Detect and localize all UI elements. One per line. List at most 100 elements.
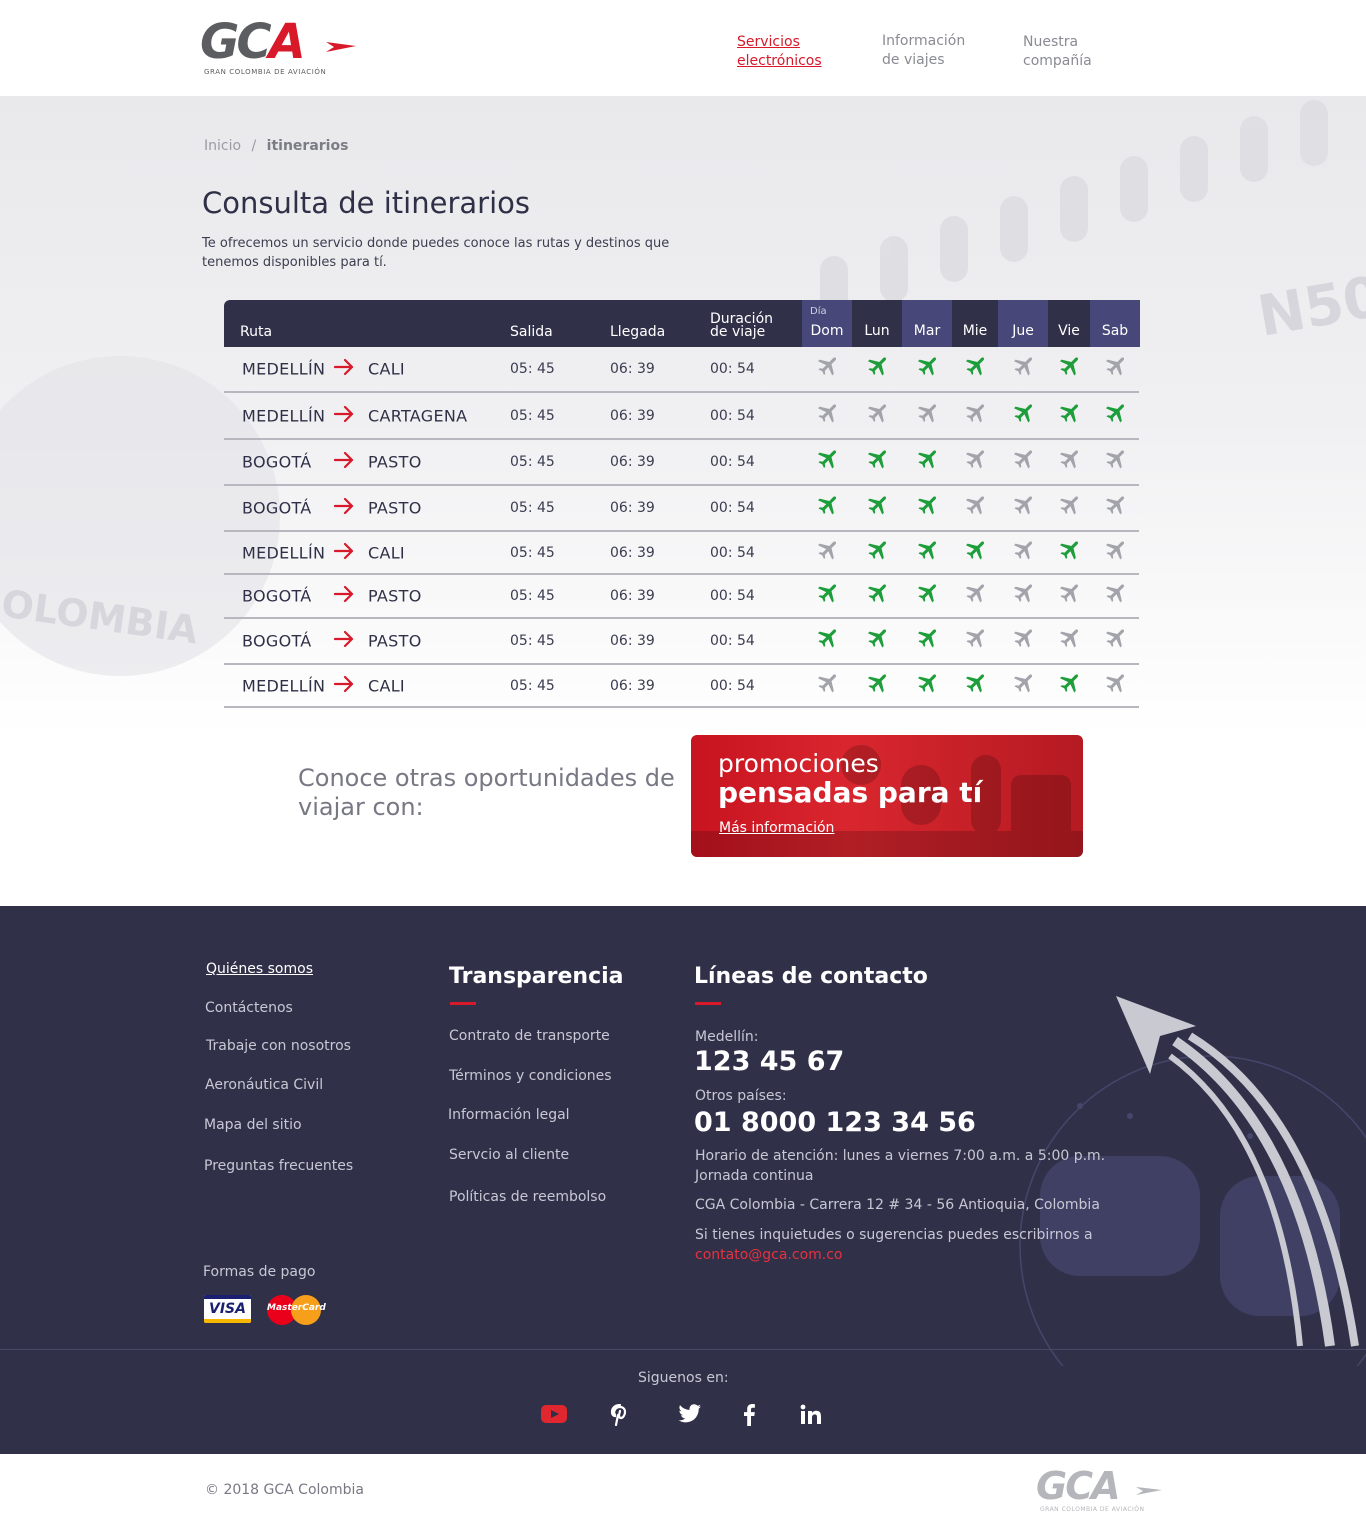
other-countries-phone[interactable]: 01 8000 123 34 56	[694, 1107, 976, 1138]
footer-link-mapa[interactable]: Mapa del sitio	[204, 1117, 302, 1133]
trip-duration: 00: 54	[710, 544, 755, 561]
title-accent-bar	[450, 1002, 476, 1005]
departure-time: 05: 45	[510, 454, 555, 470]
header-day-text: Jue	[1012, 323, 1034, 339]
plane-unavailable-icon	[950, 450, 1000, 474]
route-destination: PASTO	[368, 631, 422, 651]
site-footer: Quiénes somos Contáctenos Trabaje con no…	[0, 906, 1366, 1454]
route-origin: MEDELLÍN	[242, 676, 326, 695]
footer-link-legal[interactable]: Información legal	[448, 1107, 570, 1123]
plane-unavailable-icon	[902, 404, 952, 428]
plane-unavailable-icon	[1044, 450, 1094, 474]
footer-link-preguntas[interactable]: Preguntas frecuentes	[204, 1158, 353, 1174]
route-destination: CALI	[368, 543, 405, 562]
plane-available-icon	[802, 629, 852, 653]
plane-unavailable-icon	[1090, 674, 1140, 698]
route-arrow-icon	[333, 585, 354, 607]
table-header: Ruta Salida Llegada Duración de viaje Dí…	[224, 300, 1140, 347]
contact-email-link[interactable]: contato@gca.com.co	[695, 1247, 843, 1263]
departure-time: 05: 45	[510, 500, 555, 516]
plane-available-icon	[852, 629, 902, 653]
departure-time: 05: 45	[510, 361, 555, 377]
visa-label: VISA	[209, 1301, 246, 1317]
arrival-time: 06: 39	[610, 633, 655, 649]
breadcrumb-current: itinerarios	[266, 138, 349, 154]
plane-unavailable-icon	[852, 404, 902, 428]
footer-link-contactenos[interactable]: Contáctenos	[205, 1000, 293, 1016]
table-row[interactable]: MEDELLÍN CALI 05: 45 06: 39 00: 54	[224, 347, 1139, 393]
footer-link-contrato[interactable]: Contrato de transporte	[449, 1028, 610, 1044]
table-row[interactable]: MEDELLÍN CARTAGENA 05: 45 06: 39 00: 54	[224, 393, 1139, 440]
route-destination: PASTO	[368, 586, 422, 606]
promo-more-info-link[interactable]: Más información	[719, 820, 834, 836]
route-arrow-icon	[333, 497, 354, 519]
plane-unavailable-icon	[1044, 496, 1094, 520]
plane-available-icon	[852, 496, 902, 520]
pinterest-icon[interactable]	[610, 1403, 630, 1430]
footer-link-trabaje[interactable]: Trabaje con nosotros	[206, 1038, 351, 1054]
breadcrumb-separator: /	[251, 138, 257, 154]
footer-link-cliente[interactable]: Servcio al cliente	[449, 1147, 569, 1163]
office-hours: Horario de atención: lunes a viernes 7:0…	[695, 1148, 1106, 1164]
nav-label-line2: de viajes	[882, 52, 945, 68]
header-day-jue: Jue	[998, 300, 1048, 347]
footer-logo-arrow-icon	[1136, 1487, 1162, 1495]
plane-unavailable-icon	[1090, 357, 1140, 381]
promo-title-line1: promociones	[718, 749, 879, 778]
footer-link-aeronautica[interactable]: Aeronáutica Civil	[205, 1077, 323, 1093]
footer-link-quienes-somos[interactable]: Quiénes somos	[206, 961, 313, 977]
plane-available-icon	[902, 541, 952, 565]
footer-logo-letters: GCA	[1036, 1464, 1120, 1508]
office-hours-note: Jornada continua	[695, 1168, 814, 1184]
plane-unavailable-icon	[950, 629, 1000, 653]
visa-card-icon: VISA	[204, 1295, 251, 1323]
linkedin-icon[interactable]	[800, 1404, 821, 1428]
table-row[interactable]: MEDELLÍN CALI 05: 45 06: 39 00: 54	[224, 665, 1139, 708]
departure-time: 05: 45	[510, 633, 555, 649]
table-row[interactable]: MEDELLÍN CALI 05: 45 06: 39 00: 54	[224, 532, 1139, 575]
youtube-icon[interactable]	[541, 1404, 567, 1428]
plane-available-icon	[1044, 674, 1094, 698]
plane-unavailable-icon	[998, 584, 1048, 608]
facebook-icon[interactable]	[742, 1404, 756, 1430]
gca-logo[interactable]: GCA GRAN COLOMBIA DE AVIACIÓN	[200, 14, 360, 80]
plane-unavailable-icon	[950, 404, 1000, 428]
arrival-time: 06: 39	[610, 454, 655, 470]
header-arrival: Llegada	[610, 324, 666, 340]
nav-informacion-viajes[interactable]: Información de viajes	[882, 32, 992, 70]
footer-link-reembolso[interactable]: Políticas de reembolso	[449, 1189, 606, 1205]
departure-time: 05: 45	[510, 407, 555, 424]
footer-link-terminos[interactable]: Términos y condiciones	[449, 1068, 612, 1084]
plane-unavailable-icon	[998, 629, 1048, 653]
plane-available-icon	[998, 404, 1048, 428]
mastercard-label: MasterCard	[267, 1303, 326, 1313]
globe-plane-illustration	[1019, 996, 1366, 1366]
nav-label-line2: electrónicos	[737, 53, 822, 69]
nav-nuestra-compania[interactable]: Nuestra compañía	[1023, 33, 1133, 71]
nav-label-line1: Información	[882, 33, 966, 49]
table-row[interactable]: BOGOTÁ PASTO 05: 45 06: 39 00: 54	[224, 486, 1139, 532]
arrival-time: 06: 39	[610, 588, 655, 604]
table-row[interactable]: BOGOTÁ PASTO 05: 45 06: 39 00: 54	[224, 619, 1139, 665]
header-day-text: Lun	[864, 323, 890, 339]
trip-duration: 00: 54	[710, 407, 755, 424]
trip-duration: 00: 54	[710, 633, 755, 649]
medellin-phone[interactable]: 123 45 67	[694, 1046, 844, 1077]
table-body: MEDELLÍN CALI 05: 45 06: 39 00: 54 MEDELLÍN CA…	[224, 347, 1139, 708]
nav-servicios-electronicos[interactable]: Servicios electrónicos	[737, 33, 847, 71]
promo-card[interactable]: promociones pensadas para tí Más informa…	[691, 735, 1083, 857]
table-row[interactable]: BOGOTÁ PASTO 05: 45 06: 39 00: 54	[224, 440, 1139, 486]
plane-available-icon	[1044, 541, 1094, 565]
plane-unavailable-icon	[950, 584, 1000, 608]
promo-title-line2: pensadas para tí	[718, 776, 983, 809]
twitter-icon[interactable]	[678, 1404, 702, 1428]
nav-label-line1: Nuestra	[1023, 34, 1079, 50]
table-row[interactable]: BOGOTÁ PASTO 05: 45 06: 39 00: 54	[224, 575, 1139, 619]
logo-tagline: GRAN COLOMBIA DE AVIACIÓN	[204, 68, 327, 76]
route-arrow-icon	[333, 405, 354, 427]
route-destination: CALI	[368, 676, 405, 695]
footer-gca-logo[interactable]: GCA GRAN COLOMBIA DE AVIACIÓN	[1036, 1462, 1166, 1516]
header-day-mar: Mar	[902, 300, 952, 347]
breadcrumb-home[interactable]: Inicio	[204, 138, 241, 154]
nav-label-line2: compañía	[1023, 53, 1092, 69]
